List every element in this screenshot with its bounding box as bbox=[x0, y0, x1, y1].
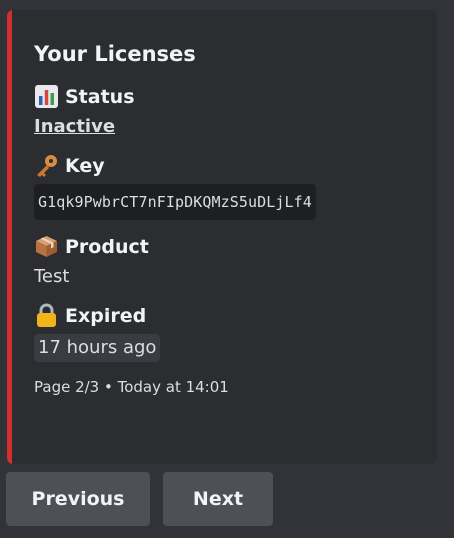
field-expired-name: Expired bbox=[34, 303, 423, 328]
field-product-name: Product bbox=[34, 234, 423, 259]
field-product-label: Product bbox=[65, 235, 149, 258]
bar-chart-icon bbox=[34, 84, 59, 109]
previous-button[interactable]: Previous bbox=[6, 472, 150, 526]
license-embed: Your Licenses Status Inactive Key G1qk9P… bbox=[7, 10, 437, 464]
field-product: Product Test bbox=[34, 234, 423, 289]
field-product-value: Test bbox=[34, 266, 70, 287]
field-key-name: Key bbox=[34, 153, 423, 178]
field-status: Status Inactive bbox=[34, 84, 423, 139]
lock-icon bbox=[34, 303, 59, 328]
field-status-value-wrap: Inactive bbox=[34, 115, 423, 139]
status-link[interactable]: Inactive bbox=[34, 116, 115, 137]
field-status-name: Status bbox=[34, 84, 423, 109]
license-key-code: G1qk9PwbrCT7nFIpDKQMzS5uDLjLf4 bbox=[34, 184, 316, 220]
field-expired-label: Expired bbox=[65, 304, 147, 327]
embed-content: Your Licenses Status Inactive Key G1qk9P… bbox=[34, 40, 423, 398]
field-status-label: Status bbox=[65, 85, 135, 108]
field-key-value-wrap: G1qk9PwbrCT7nFIpDKQMzS5uDLjLf4 bbox=[34, 184, 423, 220]
embed-footer: Page 2/3 • Today at 14:01 bbox=[34, 378, 229, 396]
field-expired: Expired 17 hours ago bbox=[34, 303, 423, 362]
key-icon bbox=[34, 153, 59, 178]
field-key: Key G1qk9PwbrCT7nFIpDKQMzS5uDLjLf4 bbox=[34, 153, 423, 220]
field-expired-value-wrap: 17 hours ago bbox=[34, 334, 423, 362]
pagination-buttons: Previous Next bbox=[6, 472, 273, 526]
package-icon bbox=[34, 234, 59, 259]
embed-title: Your Licenses bbox=[34, 42, 196, 66]
expired-timestamp: 17 hours ago bbox=[34, 334, 161, 362]
embed-accent-bar bbox=[7, 10, 12, 464]
field-key-label: Key bbox=[65, 154, 105, 177]
next-button[interactable]: Next bbox=[163, 472, 273, 526]
